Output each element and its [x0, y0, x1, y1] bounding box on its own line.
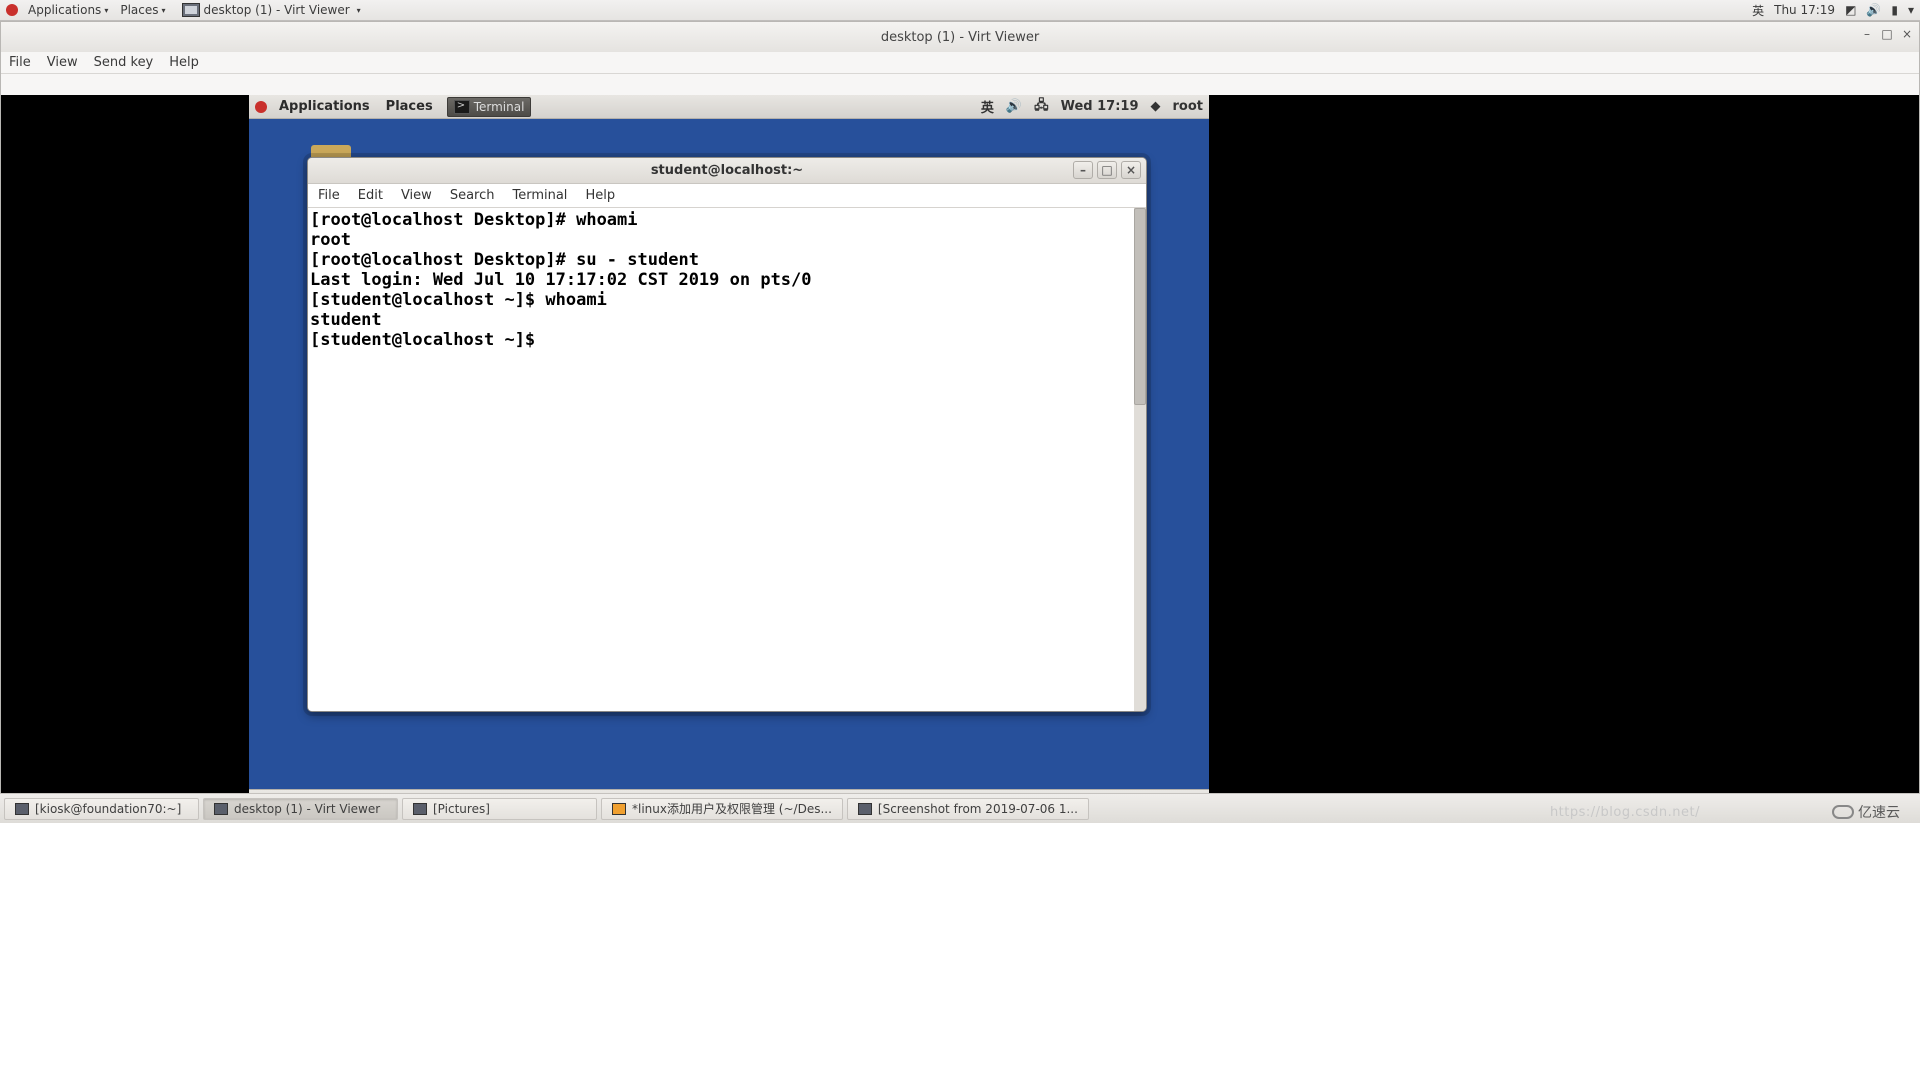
terminal-minimize-button[interactable]: –	[1073, 161, 1093, 179]
vm-applications-menu[interactable]: Applications	[271, 99, 378, 114]
editor-icon	[612, 803, 626, 815]
virt-maximize-button[interactable]: □	[1881, 28, 1893, 40]
battery-icon[interactable]: ▮	[1891, 3, 1898, 17]
blank-area	[0, 823, 1920, 1080]
virt-minimize-button[interactable]: –	[1861, 28, 1873, 40]
terminal-body[interactable]: [root@localhost Desktop]# whoami root [r…	[308, 208, 1146, 711]
ime-indicator[interactable]: 英	[1752, 2, 1764, 19]
vm-power-icon[interactable]: ◆	[1151, 99, 1161, 114]
vm-desktop[interactable]: Applications Places Terminal 英 🔊 🖧 Wed 1…	[249, 95, 1209, 815]
vm-user-label[interactable]: root	[1173, 99, 1204, 114]
csdn-watermark: https://blog.csdn.net/	[1550, 805, 1700, 820]
image-icon	[858, 803, 872, 815]
display-icon	[182, 3, 200, 17]
host-tray: 英 Thu 17:19 ◩ 🔊 ▮ ▾	[1752, 2, 1914, 19]
terminal-menu-help[interactable]: Help	[585, 188, 615, 203]
terminal-title-bar[interactable]: student@localhost:~ – □ ×	[308, 158, 1146, 184]
virt-close-button[interactable]: ×	[1901, 28, 1913, 40]
virt-menu-bar: File View Send key Help	[1, 52, 1919, 74]
terminal-menu-file[interactable]: File	[318, 188, 340, 203]
user-menu-caret-icon[interactable]: ▾	[1908, 3, 1914, 17]
terminal-close-button[interactable]: ×	[1121, 161, 1141, 179]
vm-places-menu[interactable]: Places	[378, 99, 441, 114]
host-places-menu[interactable]: Places▾	[114, 3, 171, 17]
vm-network-icon[interactable]: 🖧	[1034, 96, 1049, 118]
terminal-icon	[454, 100, 470, 114]
terminal-icon	[15, 803, 29, 815]
virt-menu-help[interactable]: Help	[169, 55, 199, 70]
host-task-kiosk[interactable]: [kiosk@foundation70:~]	[4, 798, 199, 820]
terminal-title: student@localhost:~	[651, 163, 803, 178]
host-applications-menu[interactable]: Applications▾	[22, 3, 114, 17]
folder-icon	[413, 803, 427, 815]
terminal-menu-edit[interactable]: Edit	[358, 188, 383, 203]
host-task-pictures[interactable]: [Pictures]	[402, 798, 597, 820]
terminal-menu-view[interactable]: View	[401, 188, 432, 203]
host-top-panel: Applications▾ Places▾ desktop (1) - Virt…	[0, 0, 1920, 21]
vm-clock[interactable]: Wed 17:19	[1061, 99, 1139, 114]
volume-icon[interactable]: 🔊	[1866, 3, 1881, 17]
a11y-icon[interactable]: ◩	[1845, 3, 1856, 17]
virt-menu-sendkey[interactable]: Send key	[94, 55, 154, 70]
virt-window-title: desktop (1) - Virt Viewer	[881, 30, 1039, 45]
host-task-imageviewer[interactable]: [Screenshot from 2019-07-06 1...	[847, 798, 1089, 820]
terminal-output: [root@localhost Desktop]# whoami root [r…	[310, 210, 1144, 350]
vm-framebuffer[interactable]: Applications Places Terminal 英 🔊 🖧 Wed 1…	[1, 95, 1919, 815]
terminal-menu-terminal[interactable]: Terminal	[512, 188, 567, 203]
host-task-virtviewer[interactable]: desktop (1) - Virt Viewer	[203, 798, 398, 820]
redhat-icon	[255, 101, 267, 113]
vm-top-panel: Applications Places Terminal 英 🔊 🖧 Wed 1…	[249, 95, 1209, 119]
redhat-icon	[6, 4, 18, 16]
terminal-maximize-button[interactable]: □	[1097, 161, 1117, 179]
vm-terminal-task[interactable]: Terminal	[447, 97, 532, 117]
virt-title-bar[interactable]: desktop (1) - Virt Viewer – □ ×	[1, 22, 1919, 52]
vm-volume-icon[interactable]: 🔊	[1006, 99, 1022, 114]
host-task-gedit[interactable]: *linux添加用户及权限管理 (~/Des...	[601, 798, 843, 820]
terminal-menu-search[interactable]: Search	[450, 188, 495, 203]
terminal-scrollbar[interactable]	[1134, 208, 1146, 711]
display-icon	[214, 803, 228, 815]
virt-menu-file[interactable]: File	[9, 55, 31, 70]
virt-menu-view[interactable]: View	[47, 55, 78, 70]
virt-viewer-window: desktop (1) - Virt Viewer – □ × File Vie…	[0, 21, 1920, 793]
host-clock[interactable]: Thu 17:19	[1774, 3, 1835, 17]
terminal-window[interactable]: student@localhost:~ – □ × File Edit View…	[307, 157, 1147, 712]
yisuyun-logo-icon	[1832, 805, 1854, 819]
yisuyun-watermark: 亿速云	[1832, 802, 1900, 822]
folder-icon[interactable]	[311, 145, 351, 157]
vm-ime-indicator[interactable]: 英	[981, 97, 994, 116]
host-virtviewer-task[interactable]: desktop (1) - Virt Viewer▾	[182, 3, 361, 17]
terminal-menu-bar: File Edit View Search Terminal Help	[308, 184, 1146, 208]
